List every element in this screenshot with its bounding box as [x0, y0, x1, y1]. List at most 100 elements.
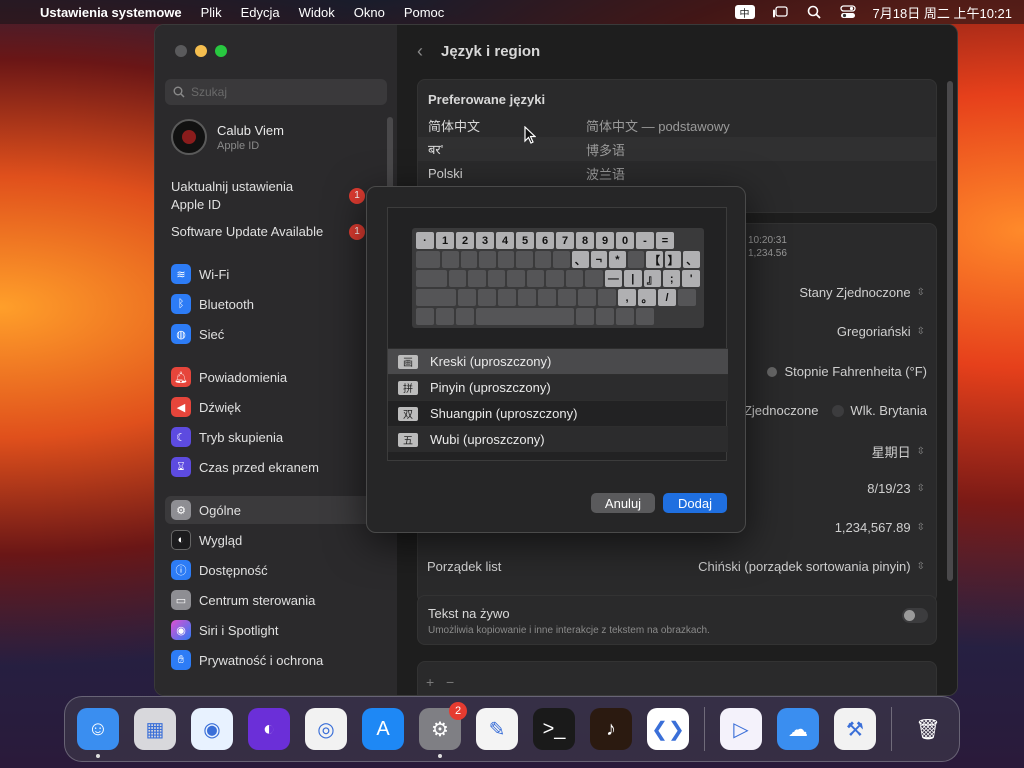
stage-manager-icon[interactable]	[771, 5, 789, 19]
dock-weather-icon[interactable]: ☁	[777, 708, 819, 750]
avatar	[171, 119, 207, 155]
input-method-item[interactable]: 拼 Pinyin (uproszczony)	[388, 374, 728, 400]
sidebar-item-accessibility[interactable]: ⓘ Dostępność	[165, 556, 389, 584]
live-text-toggle[interactable]	[902, 608, 928, 623]
sidebar-item-privacy[interactable]: ✋︎ Prywatność i ochrona	[165, 646, 389, 674]
spotlight-search-icon[interactable]	[805, 5, 823, 19]
back-chevron-icon[interactable]: ‹	[417, 41, 423, 62]
add-button[interactable]: +	[426, 674, 434, 690]
search-field[interactable]	[165, 79, 387, 105]
update-apple-id-item[interactable]: Uaktualnij ustawienia Apple ID 1	[171, 178, 381, 214]
cancel-button[interactable]: Anuluj	[591, 493, 655, 513]
keyboard-key	[497, 251, 515, 268]
region-select[interactable]: Stany Zjednoczone ⇳	[799, 285, 925, 300]
dock-app-store-icon[interactable]: A	[362, 708, 404, 750]
keyboard-key	[516, 251, 533, 268]
keyboard-key	[636, 308, 654, 325]
menu-edit[interactable]: Edycja	[241, 5, 280, 20]
keyboard-key	[596, 308, 614, 325]
main-scrollbar[interactable]	[947, 81, 953, 581]
keyboard-key: =	[656, 232, 674, 249]
keyboard-key: 4	[496, 232, 514, 249]
keyboard-key	[416, 251, 440, 268]
input-method-item[interactable]: 五 Wubi (uproszczony)	[388, 426, 728, 452]
dock-firefox-icon[interactable]: ◐	[248, 708, 290, 750]
close-button[interactable]	[175, 45, 187, 57]
chevron-updown-icon: ⇳	[916, 287, 925, 298]
temperature-option[interactable]: Stopnie Fahrenheita (°F)	[766, 364, 928, 379]
language-row[interactable]: 简体中文 简体中文 — podstawowy	[418, 113, 936, 137]
dock-vscode-icon[interactable]: ❮❯	[647, 708, 689, 750]
input-method-item[interactable]: 双 Shuangpin (uproszczony)	[388, 400, 728, 426]
keyboard-key	[478, 289, 496, 306]
running-indicator	[96, 754, 100, 758]
sort-order-select[interactable]: Chiński (porządek sortowania pinyin) ⇳	[698, 559, 925, 574]
keyboard-key	[507, 270, 525, 287]
sidebar-item-general[interactable]: ⚙ Ogólne	[165, 496, 389, 524]
dock-launchpad-icon[interactable]: ▦	[134, 708, 176, 750]
zoom-button[interactable]	[215, 45, 227, 57]
keyboard-row: ,。 /	[416, 289, 700, 306]
dock-chrome-icon[interactable]: ◎	[305, 708, 347, 750]
first-day-select[interactable]: 星期日 ⇳	[872, 442, 925, 461]
calendar-select[interactable]: Gregoriański ⇳	[837, 324, 925, 339]
language-row[interactable]: बर' 博多语	[418, 137, 936, 161]
sidebar-item-appearance[interactable]: ◐ Wygląd	[165, 526, 389, 554]
number-format-select[interactable]: 1,234,567.89 ⇳	[835, 520, 925, 535]
chevron-updown-icon: ⇳	[916, 522, 925, 533]
date-format-select[interactable]: 8/19/23 ⇳	[867, 481, 925, 496]
moon-icon: ☾	[171, 427, 191, 447]
apple-id-account[interactable]: Calub Viem Apple ID	[171, 119, 284, 155]
preferred-languages-heading: Preferowane języki	[428, 92, 546, 107]
sidebar-item-sound[interactable]: ◀︎ Dźwięk	[165, 393, 389, 421]
remove-button[interactable]: −	[446, 674, 454, 690]
dock-trash-icon[interactable]: 🗑	[907, 708, 949, 750]
add-button[interactable]: Dodaj	[663, 493, 727, 513]
sidebar-item-label: Prywatność i ochrona	[199, 652, 324, 668]
keyboard-preview: · 1 2 3 4 5 6 7 8 9 0- =、 ¬ * 【】、 — |』; ',。 /	[412, 228, 704, 328]
keyboard-key: -	[636, 232, 654, 249]
sidebar-item-bluetooth[interactable]: ᛒ Bluetooth	[165, 290, 389, 318]
keyboard-preview-frame: · 1 2 3 4 5 6 7 8 9 0- =、 ¬ * 【】、 — |』; ',。 / 画 Kreski (upr…	[387, 207, 728, 461]
sidebar-item-network[interactable]: ◍ Sieć	[165, 320, 389, 348]
menu-file[interactable]: Plik	[201, 5, 222, 20]
control-center-icon[interactable]	[839, 5, 857, 19]
sidebar-item-screen-time[interactable]: ⌛︎ Czas przed ekranem	[165, 453, 389, 481]
sidebar-item-siri[interactable]: ◉ Siri i Spotlight	[165, 616, 389, 644]
radio-icon[interactable]	[832, 404, 845, 417]
menu-view[interactable]: Widok	[299, 5, 335, 20]
search-input[interactable]	[191, 85, 371, 99]
language-native: 博多语	[586, 142, 626, 158]
keyboard-row: · 1 2 3 4 5 6 7 8 9 0- =	[416, 232, 700, 249]
keyboard-key: 】	[664, 251, 682, 268]
software-update-item[interactable]: Software Update Available 1	[171, 223, 381, 241]
sidebar-item-label: Sieć	[199, 326, 225, 342]
speaker-icon: ◀︎	[171, 397, 191, 417]
input-method-item[interactable]: 画 Kreski (uproszczony)	[388, 348, 728, 374]
language-row[interactable]: Polski 波兰语	[418, 161, 936, 185]
menu-help[interactable]: Pomoc	[404, 5, 444, 20]
sidebar-item-control-center[interactable]: ▭ Centrum sterowania	[165, 586, 389, 614]
first-day-value: 星期日	[871, 445, 911, 460]
dock-garageband-icon[interactable]: ♪	[590, 708, 632, 750]
dock-visual-studio-icon[interactable]: ▷	[720, 708, 762, 750]
menu-window[interactable]: Okno	[354, 5, 385, 20]
keyboard-row: — |』; '	[416, 270, 700, 287]
dock-textedit-icon[interactable]: ✎	[476, 708, 518, 750]
number-format-value: 1,234,567.89	[834, 520, 911, 535]
title-bar: ‹ Język i region	[397, 25, 957, 77]
minimize-button[interactable]	[195, 45, 207, 57]
dock-terminal-icon[interactable]: >_	[533, 708, 575, 750]
sidebar-item-notifications[interactable]: 🔔︎ Powiadomienia	[165, 363, 389, 391]
dock-system-settings-icon[interactable]: ⚙ 2	[419, 702, 467, 758]
menu-app-name[interactable]: Ustawienia systemowe	[40, 5, 182, 20]
dock-finder-icon[interactable]: ☺	[77, 708, 119, 758]
sidebar-item-wifi[interactable]: ≋ Wi-Fi	[165, 260, 389, 288]
dock-safari-icon[interactable]: ◉	[191, 708, 233, 750]
keyboard-key: 9	[596, 232, 614, 249]
sidebar-item-focus[interactable]: ☾ Tryb skupienia	[165, 423, 389, 451]
input-source-icon[interactable]: 中	[734, 5, 755, 20]
dock-instruments-icon[interactable]: ⚒	[834, 708, 876, 750]
menu-clock[interactable]: 7月18日 周二 上午10:21	[873, 3, 1012, 22]
temperature-value: Stopnie Fahrenheita (°F)	[784, 364, 928, 379]
